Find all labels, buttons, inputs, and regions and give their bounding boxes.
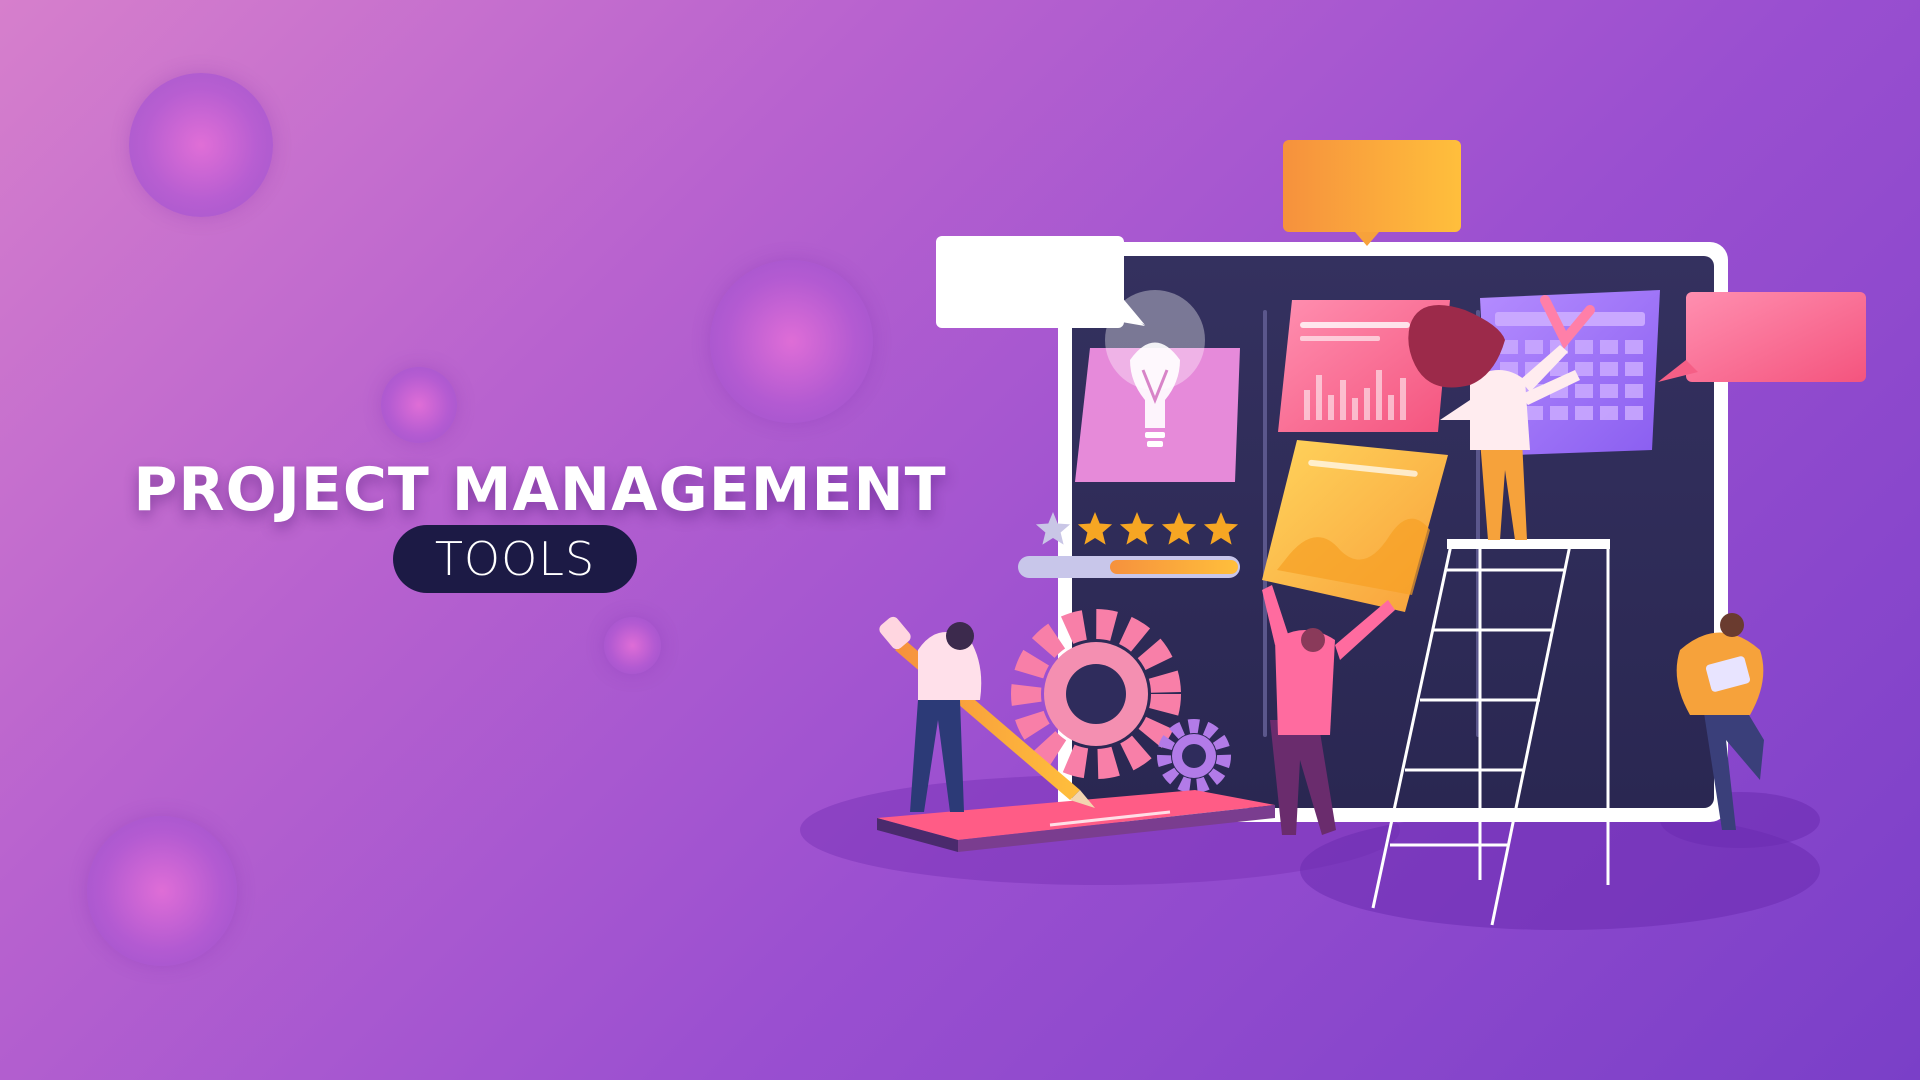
speech-bubble-orange bbox=[1283, 140, 1461, 246]
speech-bubble-white bbox=[936, 236, 1145, 328]
progress-bar bbox=[1018, 556, 1240, 578]
speech-bubble-pink bbox=[1658, 292, 1866, 382]
project-board-illustration bbox=[800, 140, 1866, 930]
